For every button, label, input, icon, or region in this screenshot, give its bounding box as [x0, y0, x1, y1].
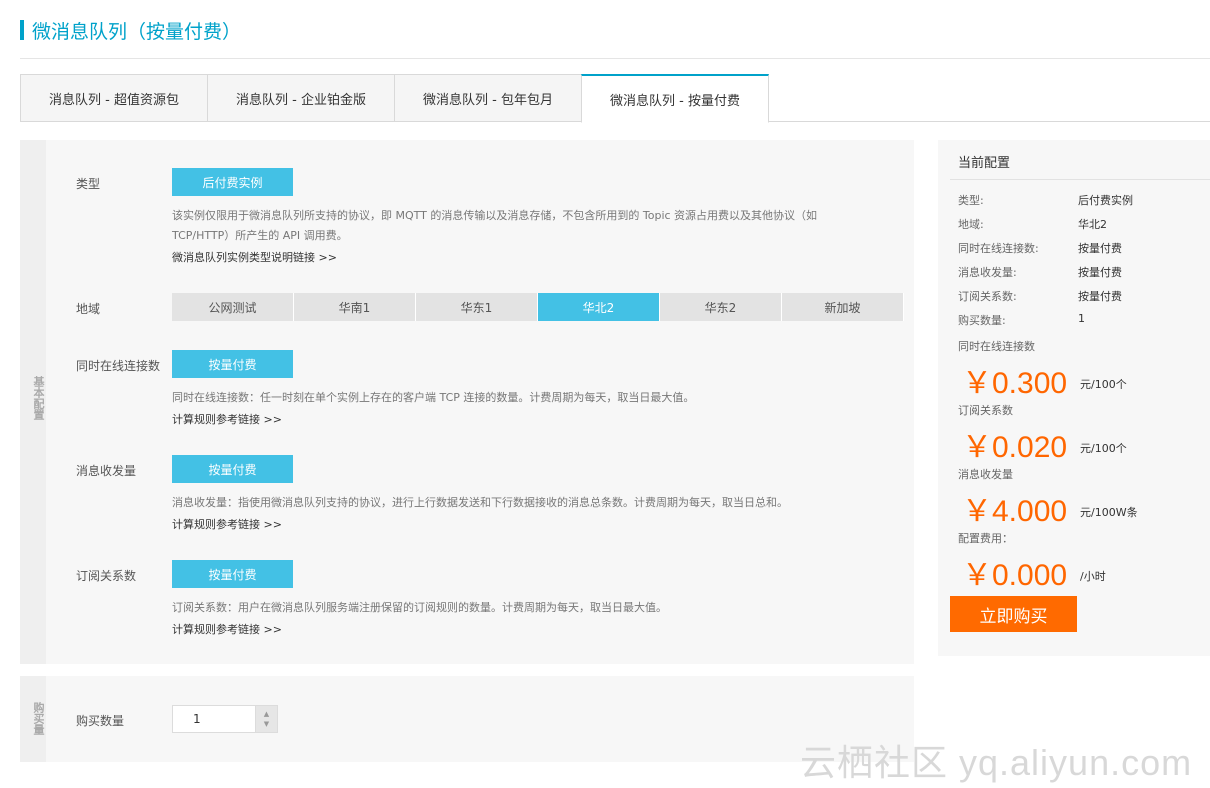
messages-description: 消息收发量：指使用微消息队列支持的协议，进行上行数据发送和下行数据接收的消息总条… [172, 496, 788, 509]
tab-value-package[interactable]: 消息队列 - 超值资源包 [20, 74, 208, 122]
basic-config-side-label: 基本配置 [32, 376, 45, 420]
subscriptions-description: 订阅关系数：用户在微消息队列服务端注册保留的订阅规则的数量。计费周期为每天，取当… [172, 601, 667, 614]
basic-config-side: 基本配置 [20, 140, 46, 664]
config-connections-value: 按量付费 [1078, 242, 1122, 255]
current-config-heading: 当前配置 [958, 156, 1011, 171]
current-config-panel: 当前配置 类型: 后付费实例 地域: 华北2 同时在线连接数: 按量付费 消息收… [938, 140, 1210, 656]
connections-rules-link[interactable]: 计算规则参考链接 >> [172, 411, 282, 427]
region-option-north-china-2[interactable]: 华北2 [538, 293, 660, 321]
connections-description: 同时在线连接数：任一时刻在单个实例上存在的客户端 TCP 连接的数量。计费周期为… [172, 391, 695, 404]
purchase-panel: 购买量 购买数量 1 ▲ ▼ [20, 676, 914, 762]
config-subscriptions-value: 按量付费 [1078, 290, 1122, 303]
price-messages-label: 消息收发量 [958, 468, 1013, 481]
price-total-label: 配置费用： [958, 532, 1013, 545]
quantity-input[interactable]: 1 [172, 705, 256, 733]
region-selector: 公网测试 华南1 华东1 华北2 华东2 新加坡 [172, 293, 904, 321]
current-config-divider [950, 179, 1210, 180]
page-title-text: 微消息队列（按量付费） [32, 20, 242, 43]
quantity-stepper: 1 ▲ ▼ [172, 705, 278, 733]
config-connections-key: 同时在线连接数: [958, 242, 1039, 255]
config-region-key: 地域: [958, 218, 984, 231]
subscriptions-pay-as-you-go-button[interactable]: 按量付费 [172, 560, 293, 588]
type-postpaid-button[interactable]: 后付费实例 [172, 168, 293, 196]
title-accent-bar [20, 20, 24, 40]
tab-mqtt-pay-as-you-go[interactable]: 微消息队列 - 按量付费 [581, 74, 769, 123]
title-divider [20, 58, 1210, 59]
tab-mqtt-subscription[interactable]: 微消息队列 - 包年包月 [394, 74, 582, 122]
product-tabs: 消息队列 - 超值资源包 消息队列 - 企业铂金版 微消息队列 - 包年包月 微… [20, 74, 1210, 123]
connections-pay-as-you-go-button[interactable]: 按量付费 [172, 350, 293, 378]
config-quantity-value: 1 [1078, 312, 1085, 325]
config-quantity-key: 购买数量: [958, 314, 1006, 327]
purchase-side: 购买量 [20, 676, 46, 762]
subscriptions-label: 订阅关系数 [76, 569, 137, 583]
config-subscriptions-key: 订阅关系数: [958, 290, 1017, 303]
messages-label: 消息收发量 [76, 464, 137, 478]
quantity-step-buttons: ▲ ▼ [256, 705, 278, 733]
page-title: 微消息队列（按量付费） [20, 18, 242, 43]
price-subscriptions-label: 订阅关系数 [958, 404, 1013, 417]
region-option-public-test[interactable]: 公网测试 [172, 293, 294, 321]
quantity-label: 购买数量 [76, 714, 125, 728]
tab-enterprise-platinum[interactable]: 消息队列 - 企业铂金版 [207, 74, 395, 122]
price-messages-amount: ￥4.000 [962, 495, 1068, 528]
purchase-side-label: 购买量 [32, 702, 45, 735]
buy-now-button[interactable]: 立即购买 [950, 596, 1077, 632]
connections-label: 同时在线连接数 [76, 359, 161, 373]
config-messages-key: 消息收发量: [958, 266, 1017, 279]
price-connections-amount: ￥0.300 [962, 367, 1068, 400]
type-label: 类型 [76, 177, 101, 191]
region-option-singapore[interactable]: 新加坡 [782, 293, 904, 321]
subscriptions-rules-link[interactable]: 计算规则参考链接 >> [172, 621, 282, 637]
price-subscriptions-amount: ￥0.020 [962, 431, 1068, 464]
price-subscriptions-unit: 元/100个 [1080, 442, 1127, 455]
type-doc-link[interactable]: 微消息队列实例类型说明链接 >> [172, 249, 337, 265]
config-region-value: 华北2 [1078, 218, 1107, 231]
purchase-body: 购买数量 1 ▲ ▼ [46, 676, 914, 762]
type-description-line2: TCP/HTTP）所产生的 API 调用费。 [172, 229, 348, 242]
region-option-east-china-1[interactable]: 华东1 [416, 293, 538, 321]
price-connections-label: 同时在线连接数 [958, 340, 1035, 353]
price-connections-unit: 元/100个 [1080, 378, 1127, 391]
config-type-key: 类型: [958, 194, 984, 207]
decrement-icon[interactable]: ▼ [264, 719, 269, 729]
basic-config-body: 类型 后付费实例 该实例仅限用于微消息队列所支持的协议，即 MQTT 的消息传输… [46, 140, 914, 664]
region-option-east-china-2[interactable]: 华东2 [660, 293, 782, 321]
messages-rules-link[interactable]: 计算规则参考链接 >> [172, 516, 282, 532]
price-total-amount: ￥0.000 [962, 559, 1068, 592]
basic-config-panel: 基本配置 类型 后付费实例 该实例仅限用于微消息队列所支持的协议，即 MQTT … [20, 140, 914, 664]
type-description-line1: 该实例仅限用于微消息队列所支持的协议，即 MQTT 的消息传输以及消息存储，不包… [172, 209, 818, 222]
increment-icon[interactable]: ▲ [264, 709, 269, 719]
region-option-south-china-1[interactable]: 华南1 [294, 293, 416, 321]
price-messages-unit: 元/100W条 [1080, 506, 1138, 519]
config-type-value: 后付费实例 [1078, 194, 1133, 207]
messages-pay-as-you-go-button[interactable]: 按量付费 [172, 455, 293, 483]
site-watermark: 云栖社区 yq.aliyun.com [800, 742, 1193, 783]
config-messages-value: 按量付费 [1078, 266, 1122, 279]
region-label: 地域 [76, 302, 101, 316]
type-description: 该实例仅限用于微消息队列所支持的协议，即 MQTT 的消息传输以及消息存储，不包… [172, 206, 912, 246]
price-total-unit: /小时 [1080, 570, 1106, 583]
